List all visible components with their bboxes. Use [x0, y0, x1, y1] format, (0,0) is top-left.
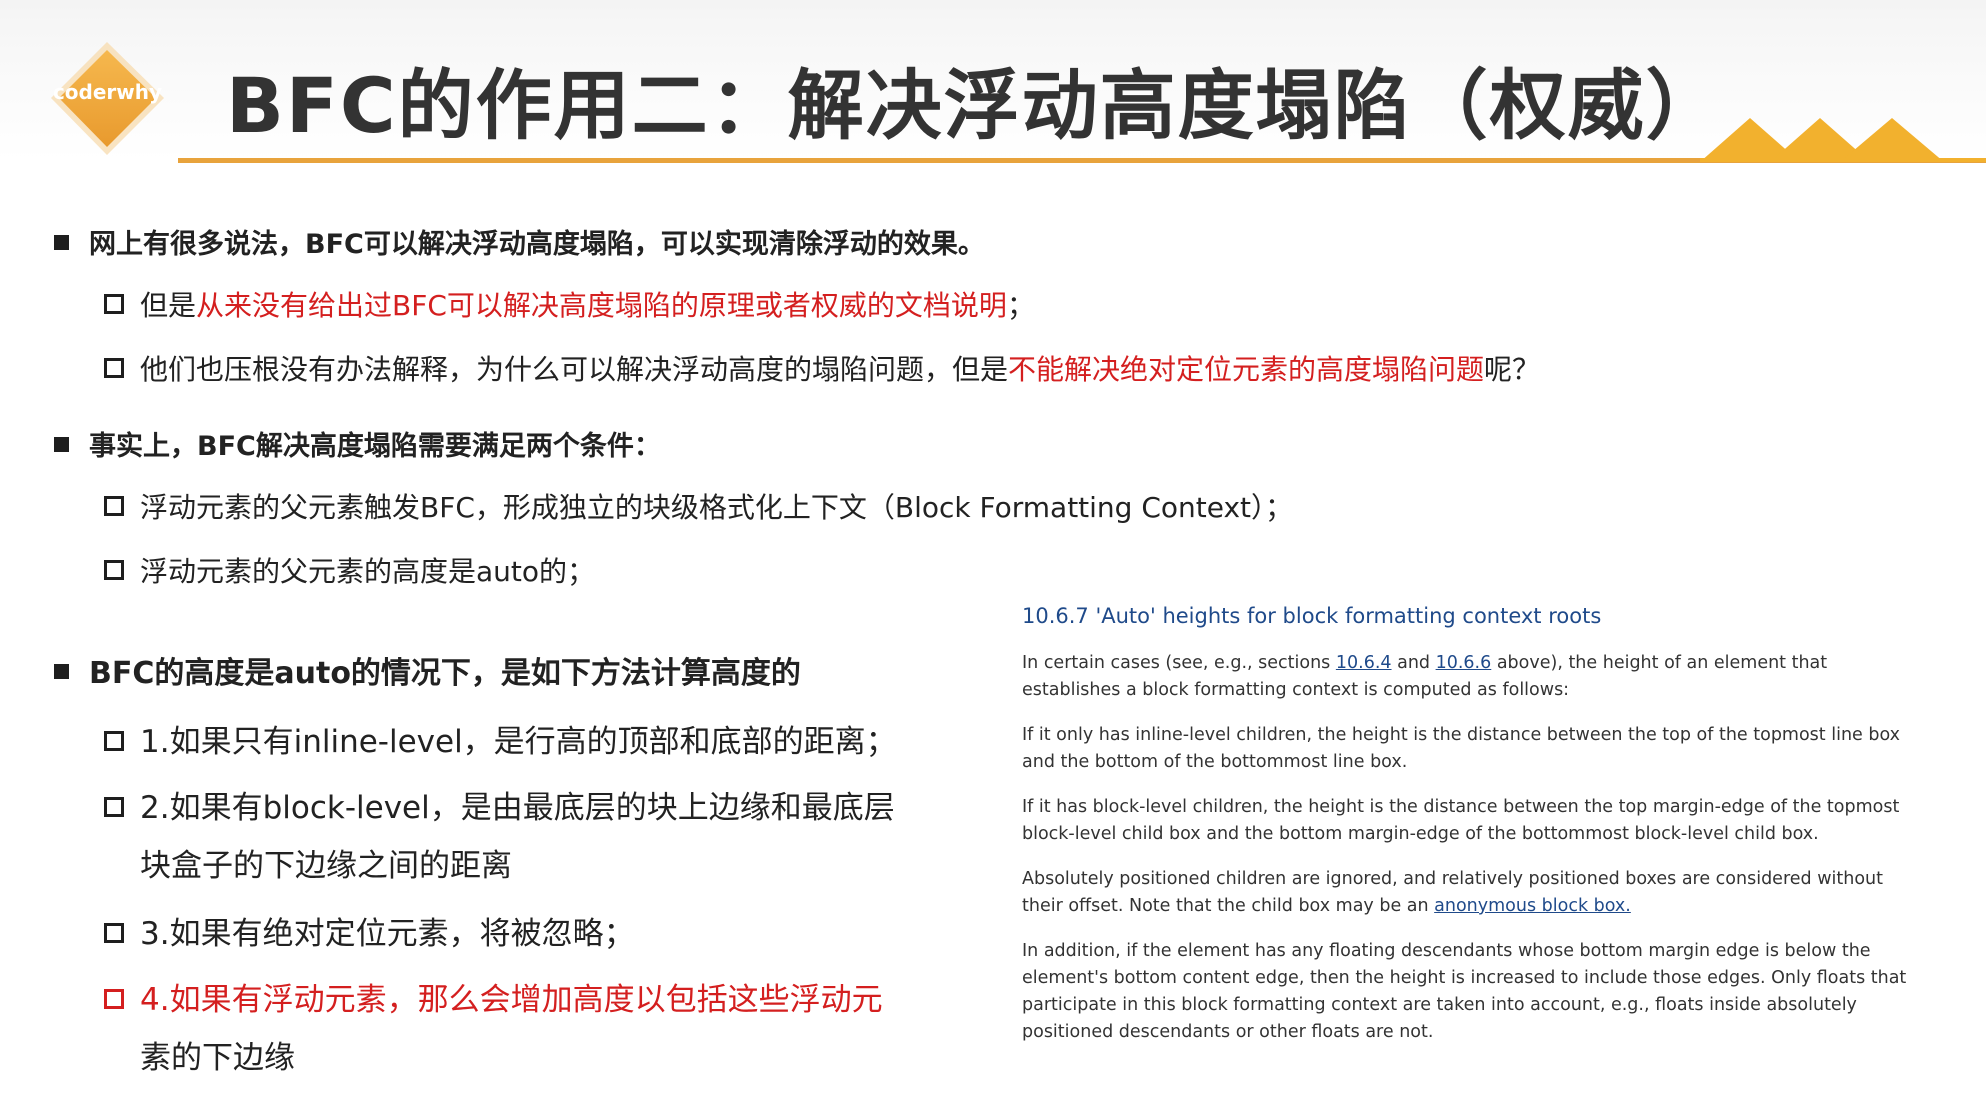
bullet-2-sub-1: 浮动元素的父元素触发BFC，形成独立的块级格式化上下文（Block Format… — [104, 486, 1293, 526]
hollow-square-bullet-icon — [104, 922, 124, 943]
bullet-3-sub-4-continued: 素的下边缘 — [140, 1040, 295, 1076]
mountain-decoration-icon — [1700, 112, 1986, 162]
logo-text: coderwhy — [52, 80, 163, 104]
bullet-1-sub-2: 他们也压根没有办法解释，为什么可以解决浮动高度的塌陷问题，但是不能解决绝对定位元… — [104, 348, 1540, 388]
css-spec-excerpt: 10.6.7 'Auto' heights for block formatti… — [1022, 604, 1922, 1064]
spec-paragraph-1: In certain cases (see, e.g., sections 10… — [1022, 650, 1922, 704]
hollow-square-bullet-icon — [104, 560, 124, 580]
square-bullet-icon — [54, 664, 69, 679]
coderwhy-logo: coderwhy — [45, 36, 170, 161]
hollow-square-bullet-icon — [104, 496, 124, 516]
bullet-1: 网上有很多说法，BFC可以解决浮动高度塌陷，可以实现清除浮动的效果。 — [54, 222, 985, 261]
spec-link-anonymous-block-box[interactable]: anonymous block box. — [1434, 896, 1631, 916]
bullet-3-sub-2: 2.如果有block-level，是由最底层的块上边缘和最底层 — [104, 782, 895, 827]
hollow-square-bullet-icon — [104, 358, 124, 378]
square-bullet-icon — [54, 437, 69, 452]
square-bullet-icon — [54, 235, 69, 250]
sub-text: 浮动元素的父元素触发BFC，形成独立的块级格式化上下文（Block Format… — [140, 491, 1294, 524]
bullet-2-sub-2: 浮动元素的父元素的高度是auto的； — [104, 550, 595, 590]
spec-heading: 10.6.7 'Auto' heights for block formatti… — [1022, 604, 1602, 628]
spec-paragraph-5: In addition, if the element has any floa… — [1022, 941, 1907, 1042]
spec-link-10-6-4[interactable]: 10.6.4 — [1336, 653, 1392, 673]
sub-text: 1.如果只有inline-level，是行高的顶部和底部的距离； — [140, 724, 897, 760]
sub-text: 浮动元素的父元素的高度是auto的； — [140, 555, 596, 588]
sub-prefix: 他们也压根没有办法解释，为什么可以解决浮动高度的塌陷问题，但是 — [140, 353, 1009, 386]
hollow-square-bullet-icon — [104, 988, 124, 1009]
sub-red-text: 不能解决绝对定位元素的高度塌陷问题 — [1008, 353, 1485, 386]
spec-link-10-6-6[interactable]: 10.6.6 — [1436, 653, 1492, 673]
bullet-3-text: BFC的高度是auto的情况下，是如下方法计算高度的 — [89, 656, 801, 691]
sub-text: 3.如果有绝对定位元素，将被忽略； — [140, 916, 635, 952]
spec-paragraph-2: If it only has inline-level children, th… — [1022, 725, 1900, 772]
sub-red-text: 从来没有给出过BFC可以解决高度塌陷的原理或者权威的文档说明 — [196, 289, 1007, 322]
bullet-3-sub-3: 3.如果有绝对定位元素，将被忽略； — [104, 908, 635, 953]
sub-text: 2.如果有block-level，是由最底层的块上边缘和最底层 — [140, 790, 895, 826]
sub-prefix: 但是 — [140, 289, 197, 322]
hollow-square-bullet-icon — [104, 294, 124, 314]
hollow-square-bullet-icon — [104, 730, 124, 751]
spec-paragraph-3: If it has block-level children, the heig… — [1022, 797, 1900, 844]
bullet-2: 事实上，BFC解决高度塌陷需要满足两个条件： — [54, 424, 661, 463]
sub-suffix: 呢？ — [1484, 353, 1541, 386]
bullet-1-text: 网上有很多说法，BFC可以解决浮动高度塌陷，可以实现清除浮动的效果。 — [89, 229, 985, 260]
bullet-3-sub-1: 1.如果只有inline-level，是行高的顶部和底部的距离； — [104, 716, 897, 761]
spec-text: and — [1391, 653, 1436, 673]
page-title: BFC的作用二：解决浮动高度塌陷（权威） — [226, 61, 1724, 150]
bullet-3: BFC的高度是auto的情况下，是如下方法计算高度的 — [54, 648, 801, 692]
bullet-2-text: 事实上，BFC解决高度塌陷需要满足两个条件： — [89, 431, 661, 462]
bullet-3-sub-4: 4.如果有浮动元素，那么会增加高度以包括这些浮动元 — [104, 974, 883, 1019]
spec-text: In certain cases (see, e.g., sections — [1022, 653, 1336, 673]
spec-paragraph-4: Absolutely positioned children are ignor… — [1022, 866, 1922, 920]
sub-red-text: 4.如果有浮动元素，那么会增加高度以包括这些浮动元 — [140, 982, 883, 1018]
hollow-square-bullet-icon — [104, 796, 124, 817]
bullet-3-sub-2-continued: 块盒子的下边缘之间的距离 — [140, 848, 512, 884]
bullet-1-sub-1: 但是从来没有给出过BFC可以解决高度塌陷的原理或者权威的文档说明； — [104, 284, 1035, 324]
sub-suffix: ； — [1006, 289, 1035, 322]
